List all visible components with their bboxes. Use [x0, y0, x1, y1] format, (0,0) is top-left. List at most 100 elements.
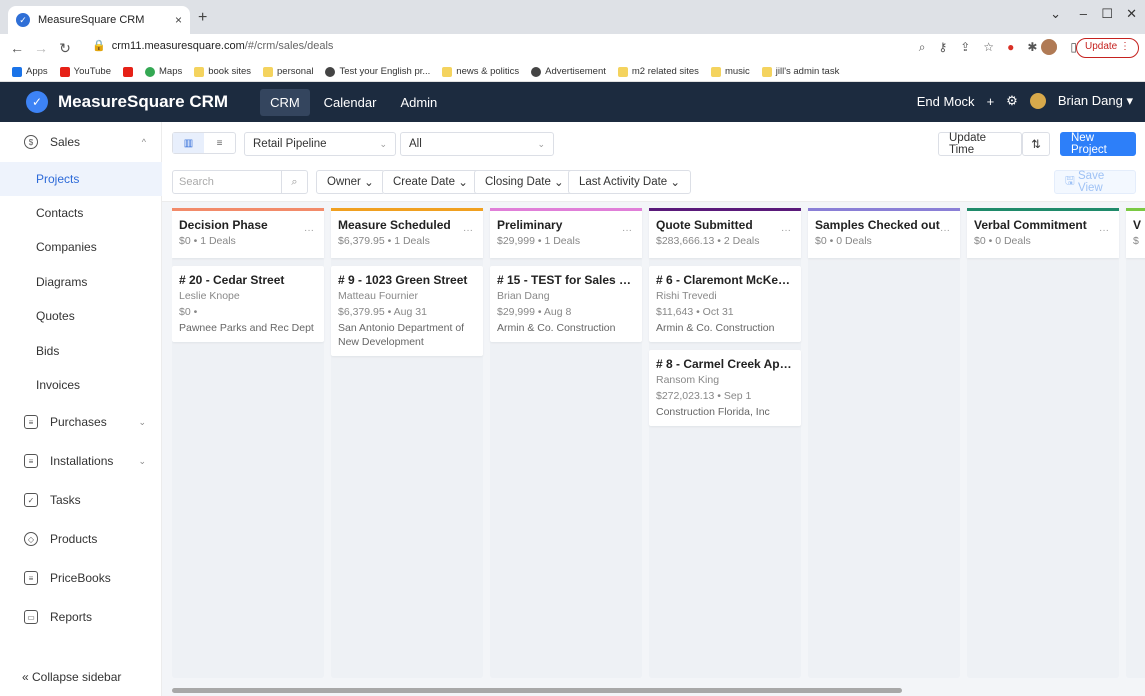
user-menu[interactable]: Brian Dang ▾: [1058, 93, 1133, 109]
filter-select[interactable]: All ⌄: [400, 132, 554, 156]
bookmark-apps[interactable]: Apps: [12, 66, 48, 77]
deal-card[interactable]: # 8 - Carmel Creek Apar... Ransom King $27…: [649, 350, 801, 426]
deal-title[interactable]: # 6 - Claremont McKen...: [656, 273, 794, 287]
sidebar-item-purchases[interactable]: ≡ Purchases ⌄: [0, 405, 162, 439]
sidebar-item-bids[interactable]: Bids: [0, 334, 162, 368]
more-options-icon[interactable]: ···: [940, 225, 950, 236]
deal-card[interactable]: # 6 - Claremont McKen... Rishi Trevedi $11…: [649, 266, 801, 342]
more-options-icon[interactable]: ···: [781, 225, 791, 236]
more-options-icon[interactable]: ···: [463, 225, 473, 236]
deal-title[interactable]: # 15 - TEST for Sales - R...: [497, 273, 635, 287]
extension-red-icon[interactable]: ●: [1007, 40, 1014, 55]
column-header[interactable]: Samples Checked out $0 • 0 Deals ···: [808, 208, 960, 258]
bookmark-youtube[interactable]: YouTube: [59, 66, 111, 77]
sidebar-item-invoices[interactable]: Invoices: [0, 368, 162, 402]
bookmark-maps[interactable]: Maps: [145, 66, 182, 77]
search-icon[interactable]: ⌕: [281, 171, 307, 193]
bookmark-book-sites[interactable]: book sites: [194, 66, 251, 77]
sidebar-item-tasks[interactable]: ✓ Tasks: [0, 483, 162, 517]
collapse-sidebar-button[interactable]: « Collapse sidebar: [22, 670, 121, 684]
puzzle-icon[interactable]: ✱: [1027, 40, 1037, 55]
forward-icon[interactable]: →: [34, 40, 48, 56]
measuresquare-logo-icon[interactable]: ✓: [26, 91, 48, 113]
more-options-icon[interactable]: ···: [304, 225, 314, 236]
bookmark-test-english[interactable]: Test your English pr...: [325, 66, 430, 77]
column-header[interactable]: Decision Phase $0 • 1 Deals ···: [172, 208, 324, 258]
reload-icon[interactable]: ↻: [58, 40, 72, 57]
star-icon[interactable]: ☆: [983, 40, 994, 55]
board-view-icon[interactable]: ▥: [173, 133, 204, 153]
tab-search-chevron-icon[interactable]: ⌄: [1050, 6, 1061, 22]
minimize-icon[interactable]: –: [1080, 6, 1087, 21]
column-header[interactable]: V$···: [1126, 208, 1145, 258]
pipeline-select[interactable]: Retail Pipeline ⌄: [244, 132, 396, 156]
profile-avatar[interactable]: [1041, 39, 1057, 55]
deal-card[interactable]: # 20 - Cedar Street Leslie Knope $0 • Pawne…: [172, 266, 324, 342]
sidebar-item-pricebooks[interactable]: ≡ PriceBooks: [0, 561, 162, 595]
column-header[interactable]: Quote Submitted $283,666.13 • 2 Deals ···: [649, 208, 801, 258]
share-icon[interactable]: ⇪: [960, 40, 970, 55]
url-host: crm11.measuresquare.com: [111, 40, 245, 52]
folder-icon: [194, 66, 205, 77]
deal-amount-date: $0 •: [179, 306, 198, 318]
tab-close-icon[interactable]: ×: [175, 13, 182, 27]
closing-date-filter[interactable]: Closing Date ⌄: [474, 170, 575, 194]
owner-filter[interactable]: Owner ⌄: [316, 170, 385, 194]
sidebar-item-diagrams[interactable]: Diagrams: [0, 265, 162, 299]
sidebar-item-contacts[interactable]: Contacts: [0, 196, 162, 230]
column-header[interactable]: Preliminary $29,999 • 1 Deals ···: [490, 208, 642, 258]
dollar-circle-icon: $: [24, 135, 38, 149]
end-mock-button[interactable]: End Mock: [917, 94, 975, 109]
back-icon[interactable]: ←: [10, 40, 24, 56]
settings-gear-icon[interactable]: ⚙: [1006, 93, 1018, 109]
maximize-icon[interactable]: ☐: [1101, 6, 1113, 22]
sidebar-item-sales[interactable]: $ Sales ^: [0, 125, 162, 159]
url-field[interactable]: 🔒 crm11.measuresquare.com/#/crm/sales/dea…: [92, 39, 333, 52]
save-view-button[interactable]: 🖫 Save View: [1054, 170, 1136, 194]
deal-title[interactable]: # 20 - Cedar Street: [179, 273, 317, 287]
address-bar: ← → ↻ 🔒 crm11.measuresquare.com/#/crm/sal…: [0, 34, 1145, 62]
pricebooks-icon: ≡: [24, 571, 38, 585]
deal-title[interactable]: # 9 - 1023 Green Street: [338, 273, 476, 287]
sort-update-time-button[interactable]: Update Time: [938, 132, 1022, 156]
new-project-button[interactable]: New Project: [1060, 132, 1136, 156]
add-button[interactable]: +: [987, 94, 995, 109]
sidebar-item-companies[interactable]: Companies: [0, 230, 162, 264]
bookmark-personal[interactable]: personal: [263, 66, 313, 77]
update-button[interactable]: Update ⋮: [1075, 38, 1139, 58]
deal-contact: Brian Dang: [497, 290, 550, 302]
new-tab-button[interactable]: +: [198, 9, 207, 27]
deal-card[interactable]: # 15 - TEST for Sales - R... Brian Dang $2…: [490, 266, 642, 342]
last-activity-date-filter[interactable]: Last Activity Date ⌄: [568, 170, 692, 194]
bookmark-jills-admin[interactable]: jill's admin task: [761, 66, 839, 77]
deal-card[interactable]: # 9 - 1023 Green Street Matteau Fournier $…: [331, 266, 483, 356]
sidebar-item-projects[interactable]: Projects: [0, 162, 162, 196]
sidebar-item-products[interactable]: ◇ Products: [0, 522, 162, 556]
sidebar-item-installations[interactable]: ≡ Installations ⌄: [0, 444, 162, 478]
nav-crm[interactable]: CRM: [260, 88, 310, 116]
sidebar-item-reports[interactable]: ▭ Reports: [0, 600, 162, 634]
browser-tab[interactable]: ✓ MeasureSquare CRM ×: [8, 6, 190, 34]
zoom-icon[interactable]: ⌕: [919, 40, 926, 55]
column-header[interactable]: Verbal Commitment $0 • 0 Deals ···: [967, 208, 1119, 258]
key-icon[interactable]: ⚷: [938, 40, 947, 55]
column-header[interactable]: Measure Scheduled $6,379.95 • 1 Deals ···: [331, 208, 483, 258]
list-view-icon[interactable]: ≡: [204, 133, 235, 153]
close-window-icon[interactable]: ✕: [1126, 6, 1137, 22]
search-input[interactable]: Search ⌕: [172, 170, 308, 194]
more-options-icon[interactable]: ···: [622, 225, 632, 236]
bookmark-music[interactable]: music: [710, 66, 750, 77]
bookmark-youtube-2[interactable]: [123, 66, 133, 77]
more-options-icon[interactable]: ···: [1099, 225, 1109, 236]
sidebar-item-quotes[interactable]: Quotes: [0, 299, 162, 333]
nav-admin[interactable]: Admin: [390, 89, 447, 116]
nav-calendar[interactable]: Calendar: [314, 89, 387, 116]
bookmark-m2-related[interactable]: m2 related sites: [617, 66, 699, 77]
bookmark-advertisement[interactable]: Advertisement: [531, 66, 606, 77]
bookmark-news-politics[interactable]: news & politics: [442, 66, 519, 77]
horizontal-scrollbar[interactable]: [172, 688, 902, 693]
create-date-filter[interactable]: Create Date ⌄: [382, 170, 479, 194]
user-avatar[interactable]: [1029, 93, 1046, 109]
sort-direction-icon[interactable]: ⇅: [1022, 132, 1050, 156]
deal-title[interactable]: # 8 - Carmel Creek Apar...: [656, 357, 794, 371]
